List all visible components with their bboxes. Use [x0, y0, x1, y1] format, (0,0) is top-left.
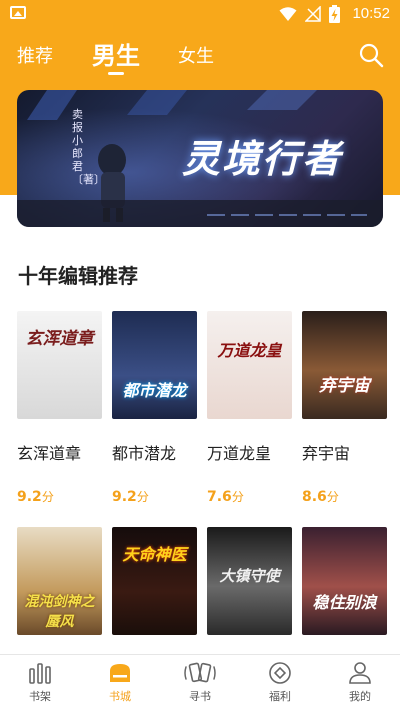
- book-score: 9.2分: [112, 488, 149, 505]
- cover-title: 稳住别浪: [312, 593, 377, 612]
- book-score: 9.2分: [17, 488, 54, 505]
- book-cover: 都市潜龙: [112, 311, 197, 419]
- score-value: 9.2: [112, 489, 137, 505]
- nav-bookshelf[interactable]: 书架: [5, 655, 75, 710]
- score-value: 9.2: [17, 489, 42, 505]
- active-tab-indicator: [108, 72, 124, 75]
- book-title: 都市潜龙: [112, 444, 177, 463]
- book-title: 玄浑道章: [17, 444, 82, 463]
- book-cover: 混沌剑神之蜃风: [17, 527, 102, 635]
- battery-charging-icon: [329, 5, 340, 23]
- nav-profile[interactable]: 我的: [325, 655, 395, 710]
- status-icons: [279, 5, 340, 23]
- status-time: 10:52: [352, 5, 390, 22]
- book-title: 万道龙皇: [207, 444, 272, 463]
- book-cover: 天命神医: [112, 527, 197, 635]
- score-value: 7.6: [207, 489, 232, 505]
- gallery-notification-icon: [10, 6, 26, 19]
- score-unit: 分: [326, 490, 339, 504]
- score-value: 8.6: [302, 489, 327, 505]
- score-unit: 分: [231, 490, 244, 504]
- find-book-icon: [184, 662, 216, 683]
- banner-title: 灵境行者: [182, 137, 343, 181]
- no-signal-icon: [305, 6, 321, 22]
- cover-title: 万道龙皇: [217, 341, 282, 360]
- book-cover: 万道龙皇: [207, 311, 292, 419]
- cover-title: 弃宇宙: [319, 376, 370, 396]
- book-score: 7.6分: [207, 488, 244, 505]
- book-cover: 玄浑道章: [17, 311, 102, 419]
- score-unit: 分: [136, 490, 149, 504]
- category-tabs: 推荐 男生 女生: [0, 30, 400, 80]
- book-title: 弃宇宙: [302, 444, 351, 463]
- nav-find-book[interactable]: 寻书: [165, 655, 235, 710]
- bottom-nav: 书架 书城 寻书 福利 我的: [0, 655, 400, 710]
- tab-male[interactable]: 男生: [92, 36, 140, 71]
- cover-title: 大镇守使: [219, 567, 280, 585]
- score-unit: 分: [41, 490, 54, 504]
- nav-label: 我的: [349, 690, 371, 703]
- featured-banner[interactable]: 卖报小郎君〔著〕 灵境行者: [17, 90, 383, 227]
- cover-title: 混沌剑神之蜃风: [24, 594, 95, 630]
- bookshelf-icon: [29, 663, 51, 684]
- nav-label: 福利: [269, 690, 291, 703]
- cover-title: 天命神医: [122, 545, 187, 564]
- nav-welfare[interactable]: 福利: [245, 655, 315, 710]
- bookstore-icon: [110, 664, 130, 682]
- cover-title: 玄浑道章: [25, 329, 94, 349]
- nav-label: 寻书: [189, 690, 211, 703]
- wifi-icon: [279, 7, 297, 21]
- nav-label: 书城: [109, 690, 131, 703]
- tab-female[interactable]: 女生: [178, 42, 214, 68]
- search-icon[interactable]: [358, 42, 384, 68]
- tab-recommend[interactable]: 推荐: [17, 42, 53, 68]
- nav-bookstore[interactable]: 书城: [85, 655, 155, 710]
- profile-icon: [349, 662, 371, 684]
- book-score: 8.6分: [302, 488, 339, 505]
- banner-author: 卖报小郎君〔著〕: [72, 108, 105, 186]
- book-cover: 弃宇宙: [302, 311, 387, 419]
- nav-label: 书架: [29, 690, 51, 703]
- book-cover: 稳住别浪: [302, 527, 387, 635]
- book-cover: 大镇守使: [207, 527, 292, 635]
- status-bar: 10:52: [0, 0, 400, 30]
- welfare-icon: [269, 662, 291, 684]
- cover-title: 都市潜龙: [122, 381, 187, 400]
- section-title: 十年编辑推荐: [18, 264, 138, 288]
